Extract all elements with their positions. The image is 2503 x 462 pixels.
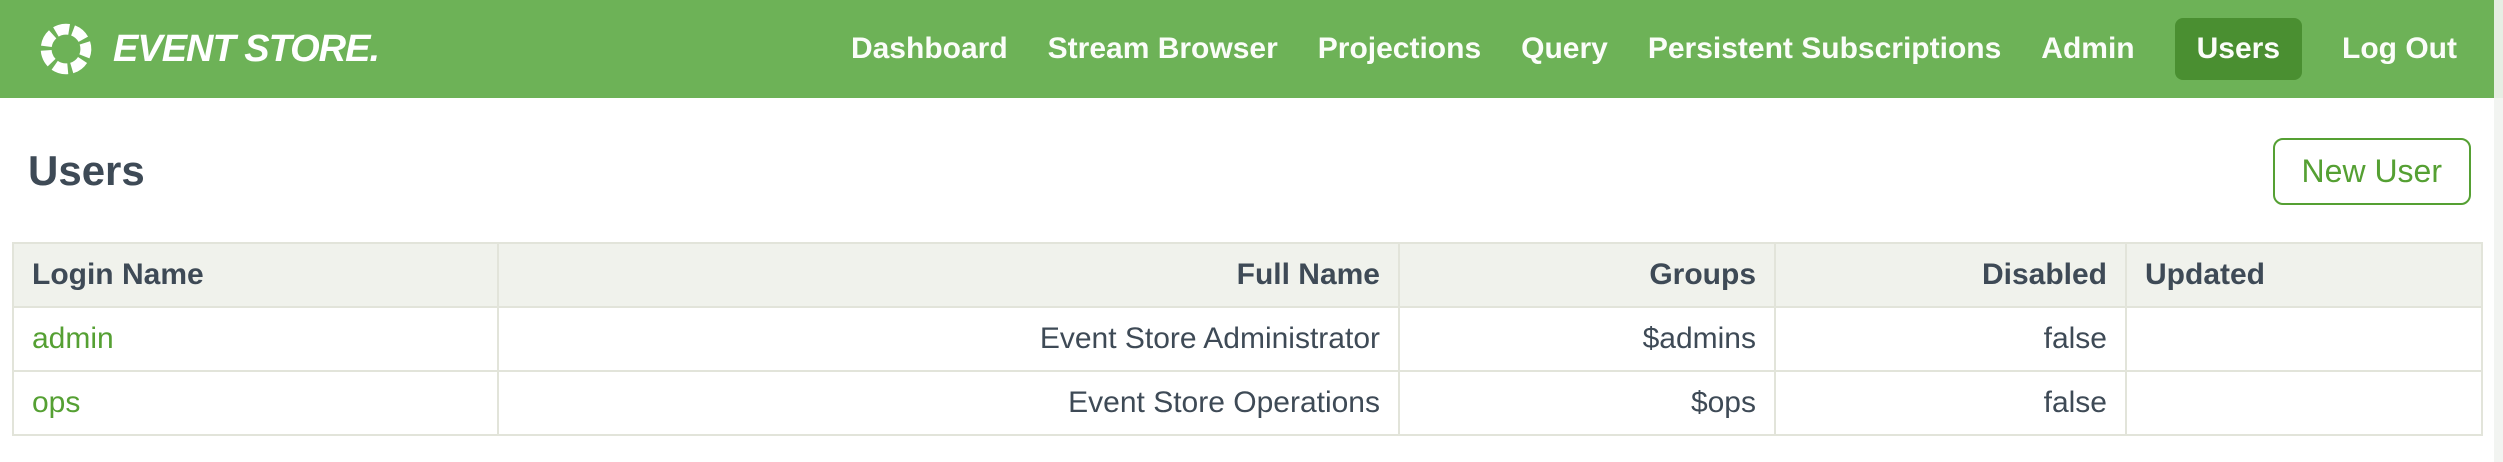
cell-login-name: admin [13, 307, 498, 371]
cell-disabled: false [1775, 307, 2126, 371]
column-header-updated: Updated [2126, 243, 2482, 307]
user-link-ops[interactable]: ops [32, 386, 80, 419]
scrollbar-track[interactable] [2494, 0, 2503, 462]
cell-groups: $ops [1399, 371, 1775, 435]
nav-item-persistent-subscriptions[interactable]: Persistent Subscriptions [1648, 32, 2001, 66]
nav-item-log-out[interactable]: Log Out [2342, 32, 2457, 66]
cell-full-name: Event Store Operations [498, 371, 1399, 435]
cell-disabled: false [1775, 371, 2126, 435]
nav-item-query[interactable]: Query [1521, 32, 1608, 66]
nav-item-projections[interactable]: Projections [1318, 32, 1481, 66]
nav-item-dashboard[interactable]: Dashboard [851, 32, 1008, 66]
main-nav: Dashboard Stream Browser Projections Que… [851, 18, 2457, 80]
cell-login-name: ops [13, 371, 498, 435]
nav-item-users[interactable]: Users [2175, 18, 2302, 80]
column-header-disabled: Disabled [1775, 243, 2126, 307]
logo-text: EVENT STORE. [113, 28, 379, 71]
nav-item-admin[interactable]: Admin [2041, 32, 2134, 66]
event-store-logo-icon [34, 17, 98, 81]
table-row: ops Event Store Operations $ops false [13, 371, 2482, 435]
column-header-groups: Groups [1399, 243, 1775, 307]
nav-item-stream-browser[interactable]: Stream Browser [1048, 32, 1278, 66]
page-title: Users [28, 147, 145, 195]
cell-updated [2126, 371, 2482, 435]
column-header-full-name: Full Name [498, 243, 1399, 307]
new-user-button[interactable]: New User [2273, 138, 2471, 205]
cell-groups: $admins [1399, 307, 1775, 371]
table-header-row: Login Name Full Name Groups Disabled Upd… [13, 243, 2482, 307]
event-store-logo[interactable]: EVENT STORE. [34, 17, 379, 81]
table-row: admin Event Store Administrator $admins … [13, 307, 2482, 371]
user-link-admin[interactable]: admin [32, 322, 114, 355]
cell-updated [2126, 307, 2482, 371]
page-header: Users New User [0, 138, 2503, 204]
top-navigation-bar: EVENT STORE. Dashboard Stream Browser Pr… [0, 0, 2503, 98]
column-header-login-name: Login Name [13, 243, 498, 307]
cell-full-name: Event Store Administrator [498, 307, 1399, 371]
users-table: Login Name Full Name Groups Disabled Upd… [12, 242, 2483, 436]
